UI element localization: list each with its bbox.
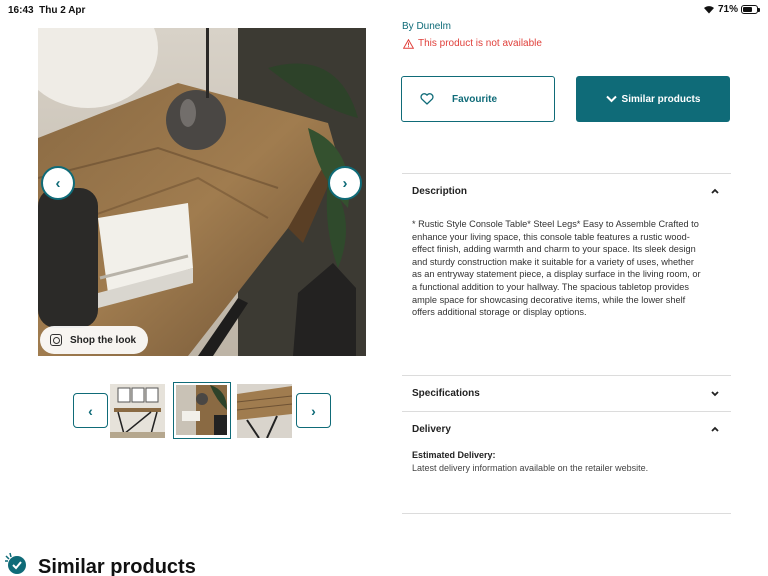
status-bar: 16:43 Thu 2 Apr 71%: [0, 0, 768, 22]
favourite-label: Favourite: [452, 93, 498, 105]
similar-products-heading: Similar products: [38, 556, 196, 576]
product-image[interactable]: ‹ › Shop the look: [38, 28, 366, 356]
thumbnail-next-button[interactable]: ›: [296, 393, 331, 428]
wifi-icon: [703, 6, 714, 14]
status-indicators: 71%: [703, 4, 760, 15]
thumbnail-image: [237, 384, 292, 438]
image-next-button[interactable]: ›: [328, 166, 362, 200]
delivery-header[interactable]: Delivery: [412, 424, 451, 435]
battery-level: [743, 7, 753, 12]
similar-products-button[interactable]: Similar products: [576, 76, 730, 122]
warning-icon: [403, 38, 414, 49]
status-time: 16:43 Thu 2 Apr: [8, 5, 86, 16]
estimated-delivery-label: Estimated Delivery:: [412, 450, 496, 460]
chevron-left-icon: ‹: [55, 174, 61, 192]
specifications-header[interactable]: Specifications: [412, 388, 480, 399]
shop-the-look-label: Shop the look: [70, 334, 137, 346]
description-header[interactable]: Description: [412, 186, 467, 197]
thumbnail-2-selected[interactable]: [173, 382, 231, 439]
shop-look-icon: [50, 334, 62, 346]
divider: [402, 375, 731, 376]
heart-icon: [420, 93, 434, 105]
chevron-right-icon: ›: [342, 174, 348, 192]
image-prev-button[interactable]: ‹: [41, 166, 75, 200]
shop-the-look-button[interactable]: Shop the look: [40, 326, 149, 354]
similar-products-icon: [5, 552, 26, 574]
description-text: * Rustic Style Console Table* Steel Legs…: [412, 219, 701, 318]
chevron-up-icon[interactable]: [709, 186, 721, 196]
thumbnail-1[interactable]: [110, 384, 165, 438]
divider: [402, 513, 731, 514]
thumbnail-image: [176, 385, 227, 435]
divider: [402, 411, 731, 412]
chevron-up-icon[interactable]: [709, 424, 721, 434]
battery-percent: 71%: [717, 4, 738, 15]
chevron-down-icon[interactable]: [709, 389, 721, 399]
thumbnail-3[interactable]: [237, 384, 292, 438]
favourite-button[interactable]: Favourite: [401, 76, 555, 122]
chevron-left-icon: ‹: [88, 402, 93, 419]
thumbnail-image: [110, 384, 165, 438]
battery-icon: [741, 5, 760, 14]
availability-text: This product is not available: [418, 38, 542, 49]
brand-link[interactable]: By Dunelm: [402, 21, 451, 32]
estimated-delivery-text: Latest delivery information available on…: [412, 463, 649, 473]
product-photo: [38, 28, 366, 356]
chevron-right-icon: ›: [311, 402, 316, 419]
availability-warning: This product is not available: [403, 38, 542, 49]
similar-products-label: Similar products: [621, 93, 701, 105]
divider: [402, 173, 731, 174]
thumbnail-prev-button[interactable]: ‹: [73, 393, 108, 428]
chevron-down-icon: [605, 95, 617, 103]
